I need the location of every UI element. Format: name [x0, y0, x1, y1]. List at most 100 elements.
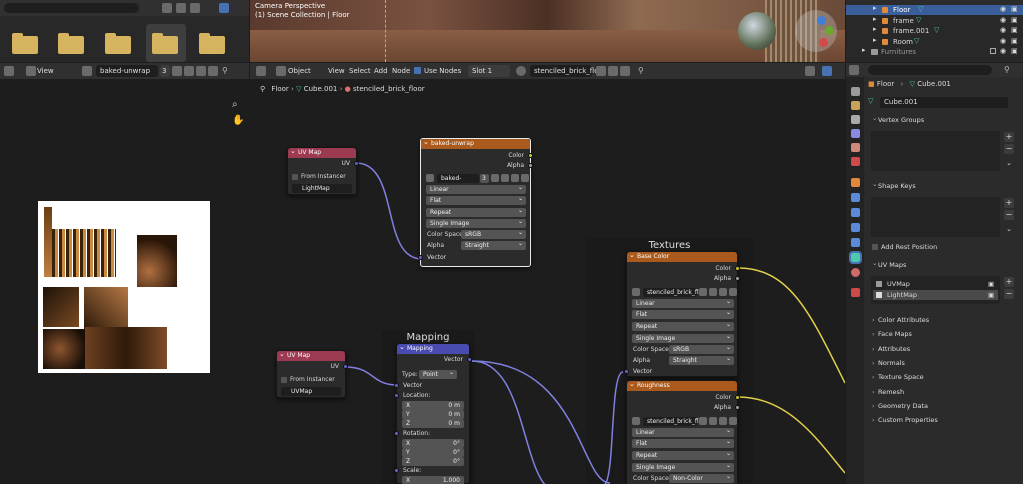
- base-color-texture-node[interactable]: Base Color Color Alpha stenciled_brick_f…: [624, 250, 740, 377]
- color-output-socket[interactable]: [528, 153, 533, 158]
- image-name-field[interactable]: stenciled_brick_fl...: [643, 288, 704, 297]
- rotation-z-field[interactable]: Z 0°: [402, 457, 464, 466]
- material-tab-icon[interactable]: [851, 268, 860, 277]
- fake-user-icon[interactable]: [172, 66, 182, 76]
- source-dropdown[interactable]: Single Image: [632, 461, 734, 472]
- vertex-groups-panel[interactable]: Vertex Groups: [870, 112, 1010, 127]
- shape-keys-panel[interactable]: Shape Keys: [870, 178, 1010, 193]
- uv-map-selector[interactable]: UVMap: [281, 387, 341, 396]
- scale-x-field[interactable]: X 1.000: [402, 476, 464, 484]
- expand-arrow-icon[interactable]: ▸: [873, 25, 877, 33]
- chevron-down-icon[interactable]: ⌄: [1004, 224, 1014, 234]
- folder-icon[interactable]: [105, 33, 131, 54]
- texture-tab-icon[interactable]: [851, 288, 860, 297]
- alpha-output-socket[interactable]: [735, 276, 740, 281]
- pin-icon[interactable]: ⚲: [1004, 65, 1014, 75]
- mesh-name-field[interactable]: Cube.001: [880, 97, 1008, 108]
- unlink-image-icon[interactable]: [729, 288, 737, 296]
- outliner-row-furnitures[interactable]: ▸ Furnitures ◉ ▣: [846, 46, 1023, 57]
- rotation-x-field[interactable]: X 0°: [402, 439, 464, 448]
- camera-icon[interactable]: ▣: [1011, 16, 1018, 24]
- y-axis-icon[interactable]: [825, 26, 834, 35]
- vector-input-socket[interactable]: [624, 369, 629, 374]
- vector-input-socket[interactable]: [418, 255, 423, 260]
- uv-map-selector[interactable]: LightMap: [292, 184, 352, 193]
- unlink-image-icon[interactable]: [729, 417, 737, 425]
- image-texture-node[interactable]: baked-unwrap Color Alpha baked-unwrap 3 …: [418, 137, 533, 267]
- image-browse-icon[interactable]: [82, 66, 92, 76]
- checkbox-icon[interactable]: [990, 48, 996, 54]
- shape-key-list[interactable]: [871, 197, 1000, 237]
- new-image-icon[interactable]: [709, 288, 717, 296]
- scale-input-socket[interactable]: [394, 468, 399, 473]
- geometry-data-panel[interactable]: Geometry Data: [870, 400, 1010, 413]
- image-browse-icon[interactable]: [426, 174, 434, 182]
- location-y-field[interactable]: Y 0 m: [402, 410, 464, 419]
- zoom-icon[interactable]: ⌕: [232, 99, 238, 110]
- interpolation-dropdown[interactable]: Linear: [632, 426, 734, 437]
- modifier-tab-icon[interactable]: [851, 193, 860, 202]
- add-vertex-group-button[interactable]: +: [1004, 132, 1014, 142]
- editor-type-icon[interactable]: [4, 66, 14, 76]
- camera-icon[interactable]: ▣: [988, 290, 994, 300]
- remove-uv-map-button[interactable]: −: [1004, 289, 1014, 299]
- image-name-field[interactable]: stenciled_brick_fl...: [643, 417, 704, 426]
- open-image-icon[interactable]: [196, 66, 206, 76]
- fake-user-icon[interactable]: [491, 174, 499, 182]
- pan-hand-icon[interactable]: ✋: [232, 115, 244, 126]
- source-dropdown[interactable]: Single Image: [426, 217, 526, 228]
- funnel-icon[interactable]: [219, 3, 229, 13]
- expand-arrow-icon[interactable]: ▸: [873, 36, 877, 44]
- uv-map-list-item[interactable]: UVMap ▣: [873, 279, 998, 289]
- list-view-icon[interactable]: [176, 3, 186, 13]
- color-attributes-panel[interactable]: Color Attributes: [870, 314, 1010, 327]
- view-layer-tab-icon[interactable]: [851, 129, 860, 138]
- grid-view-icon[interactable]: [162, 3, 172, 13]
- world-tab-icon[interactable]: [851, 157, 860, 166]
- navigation-gizmo[interactable]: [795, 10, 837, 52]
- color-output-socket[interactable]: [735, 395, 740, 400]
- camera-icon[interactable]: ▣: [1011, 5, 1018, 13]
- color-space-dropdown[interactable]: sRGB: [461, 228, 526, 239]
- view-menu[interactable]: View: [37, 65, 54, 77]
- camera-icon[interactable]: ▣: [1011, 26, 1018, 34]
- extension-dropdown[interactable]: Repeat: [632, 320, 734, 331]
- projection-dropdown[interactable]: Flat: [426, 194, 526, 205]
- uv-output-socket[interactable]: [354, 161, 359, 166]
- outliner-row-floor[interactable]: ▸ Floor ▽ ◉ ▣: [846, 4, 1023, 15]
- physics-tab-icon[interactable]: [851, 223, 860, 232]
- 3d-viewport[interactable]: Camera Perspective (1) Scene Collection …: [250, 0, 845, 62]
- folder-icon[interactable]: [58, 33, 84, 54]
- vector-input-socket[interactable]: [394, 383, 399, 388]
- expand-arrow-icon[interactable]: ▸: [873, 4, 877, 12]
- vertex-group-list[interactable]: [871, 131, 1000, 171]
- alpha-output-socket[interactable]: [735, 405, 740, 410]
- mapping-type-dropdown[interactable]: Point: [419, 368, 457, 379]
- view-mode-icon[interactable]: [26, 66, 36, 76]
- mapping-node[interactable]: Mapping Vector Type: Point Vector Locati…: [394, 342, 472, 484]
- tool-tab-icon[interactable]: [851, 87, 860, 96]
- scene-tab-icon[interactable]: [851, 143, 860, 152]
- particles-tab-icon[interactable]: [851, 208, 860, 217]
- alpha-mode-dropdown[interactable]: Straight: [461, 239, 526, 250]
- texture-space-panel[interactable]: Texture Space: [870, 371, 1010, 384]
- outliner-row-frame-001[interactable]: ▸ frame.001 ▽ ◉ ▣: [846, 25, 1023, 36]
- eye-icon[interactable]: ◉: [1000, 26, 1006, 34]
- output-tab-icon[interactable]: [851, 115, 860, 124]
- new-image-icon[interactable]: [709, 417, 717, 425]
- uv-map-list-item-active[interactable]: LightMap ▣: [873, 290, 998, 300]
- projection-dropdown[interactable]: Flat: [632, 437, 734, 448]
- uv-output-socket[interactable]: [343, 364, 348, 369]
- rotation-y-field[interactable]: Y 0°: [402, 448, 464, 457]
- eye-icon[interactable]: ◉: [1000, 47, 1006, 55]
- object-tab-icon[interactable]: [851, 178, 860, 187]
- fake-user-icon[interactable]: [699, 417, 707, 425]
- camera-icon[interactable]: ▣: [988, 279, 994, 289]
- image-users-count[interactable]: 3: [480, 174, 489, 183]
- face-maps-panel[interactable]: Face Maps: [870, 328, 1010, 341]
- outliner-row-room[interactable]: ▸ Room ▽ ◉ ▣: [846, 36, 1023, 47]
- attributes-panel[interactable]: Attributes: [870, 343, 1010, 356]
- new-image-icon[interactable]: [184, 66, 194, 76]
- folder-icon[interactable]: [152, 33, 178, 54]
- interpolation-dropdown[interactable]: Linear: [426, 183, 526, 194]
